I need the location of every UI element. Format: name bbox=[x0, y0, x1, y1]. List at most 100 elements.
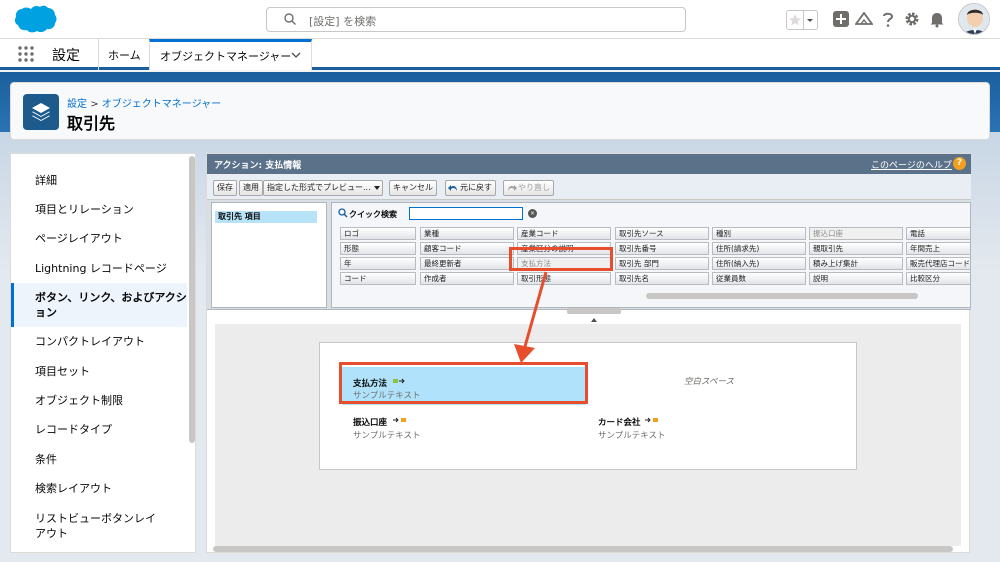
sidebar-item-object-limits[interactable]: オブジェクト制限 bbox=[11, 393, 187, 408]
global-search-input[interactable]: [設定] を検索 bbox=[266, 7, 686, 32]
field-label-bank-account[interactable]: 振込口座 bbox=[353, 416, 387, 428]
sidebar-item-search-layouts[interactable]: 検索レイアウト bbox=[11, 481, 187, 496]
page-title: 取引先 bbox=[67, 114, 116, 133]
app-launcher-icon[interactable] bbox=[18, 46, 34, 62]
favorite-star-button[interactable] bbox=[786, 10, 804, 30]
favorites-dropdown-button[interactable] bbox=[804, 10, 818, 30]
breadcrumb-object-manager-link[interactable]: オブジェクトマネージャー bbox=[102, 99, 221, 110]
palette-field[interactable]: 産業コード bbox=[517, 227, 611, 240]
highlight-palette-payment-method bbox=[509, 247, 613, 271]
tab-home[interactable]: ホーム bbox=[108, 47, 141, 63]
magnifier-icon bbox=[338, 208, 348, 218]
undo-button[interactable]: 元に戻す bbox=[445, 180, 496, 196]
global-header: [設定] を検索 bbox=[0, 0, 1000, 39]
breadcrumb-separator: > bbox=[90, 99, 99, 110]
palette-horizontal-scrollbar[interactable] bbox=[646, 293, 918, 299]
main-horizontal-scrollbar[interactable] bbox=[213, 546, 953, 552]
palette-field[interactable]: 年 bbox=[340, 257, 416, 270]
tab-object-manager[interactable]: オブジェクトマネージャー bbox=[149, 39, 312, 70]
quick-search-label: クイック検索 bbox=[349, 210, 397, 219]
breadcrumb-setup-link[interactable]: 設定 bbox=[67, 99, 87, 110]
palette-field[interactable]: 販売代理店コード bbox=[906, 257, 970, 270]
palette-field[interactable]: 親取引先 bbox=[809, 242, 903, 255]
palette-field[interactable]: 取引先名 bbox=[615, 272, 709, 285]
palette-field[interactable]: 年間売上 bbox=[906, 242, 970, 255]
search-icon bbox=[284, 13, 296, 25]
breadcrumb: 設定 > オブジェクトマネージャー bbox=[67, 95, 221, 110]
palette-field[interactable]: 積み上げ集計 bbox=[809, 257, 903, 270]
redo-icon bbox=[508, 185, 517, 191]
sidebar-item-record-types[interactable]: レコードタイプ bbox=[11, 422, 187, 437]
undo-icon bbox=[448, 185, 457, 191]
app-name: 設定 bbox=[52, 48, 80, 64]
user-avatar[interactable] bbox=[958, 3, 990, 35]
app-nav-bar: 設定 ホーム オブジェクトマネージャー bbox=[0, 39, 1000, 70]
help-icon[interactable]: ? bbox=[953, 157, 966, 170]
chevron-down-icon[interactable] bbox=[291, 50, 301, 60]
search-placeholder: [設定] を検索 bbox=[309, 15, 377, 28]
palette-field[interactable]: 取引先ソース bbox=[615, 227, 709, 240]
apply-button[interactable]: 適用 bbox=[239, 180, 263, 196]
sidebar-item-compact-layouts[interactable]: コンパクトレイアウト bbox=[11, 334, 187, 349]
redo-button[interactable]: やり直し bbox=[503, 180, 554, 196]
palette-category-account-fields[interactable]: 取引先 項目 bbox=[215, 211, 317, 223]
palette-field[interactable]: 作成者 bbox=[420, 272, 514, 285]
sidebar-item-buttons-links-actions[interactable]: ボタン、リンク、およびアクション bbox=[11, 283, 187, 327]
field-sample-bank-account: サンプルテキスト bbox=[353, 431, 421, 441]
sidebar-item-conditions[interactable]: 条件 bbox=[11, 452, 187, 467]
palette-field[interactable]: 形態 bbox=[340, 242, 416, 255]
sidebar-scrollbar[interactable] bbox=[189, 156, 195, 443]
palette-field[interactable]: 説明 bbox=[809, 272, 903, 285]
layout-editor-title: アクション: 支払情報 bbox=[214, 161, 302, 171]
trailhead-icon[interactable] bbox=[855, 10, 873, 28]
page-header: 設定 > オブジェクトマネージャー 取引先 bbox=[10, 82, 990, 140]
palette-field[interactable]: 最終更新者 bbox=[420, 257, 514, 270]
clear-search-icon[interactable]: × bbox=[528, 209, 537, 218]
palette-field[interactable]: 住所(請求先) bbox=[712, 242, 806, 255]
sidebar-item-details[interactable]: 詳細 bbox=[11, 173, 187, 188]
palette-field[interactable]: 種別 bbox=[712, 227, 806, 240]
palette-category-list: 取引先 項目 bbox=[211, 202, 327, 308]
preview-as-button[interactable]: 指定した形式でプレビュー... bbox=[263, 180, 383, 196]
sidebar-item-list-view-button-layout[interactable]: リストビューボタンレイアウト bbox=[11, 511, 161, 541]
sidebar-item-fields-relationships[interactable]: 項目とリレーション bbox=[11, 202, 187, 217]
layout-editor: アクション: 支払情報 このページのヘルプ ? 保存 適用 指定した形式でプレビ… bbox=[206, 153, 971, 553]
palette-field[interactable]: 顧客コード bbox=[420, 242, 514, 255]
palette-field[interactable]: 比較区分 bbox=[906, 272, 970, 285]
favorites-control[interactable] bbox=[786, 10, 818, 30]
object-manager-icon bbox=[23, 94, 59, 130]
blank-space-placeholder[interactable]: 空白スペース bbox=[684, 375, 734, 387]
user-avatar-image bbox=[959, 4, 989, 34]
quick-search-input[interactable] bbox=[409, 207, 523, 220]
help-icon[interactable] bbox=[879, 10, 897, 28]
palette-field[interactable]: 業種 bbox=[420, 227, 514, 240]
help-link[interactable]: このページのヘルプ bbox=[871, 158, 952, 171]
sidebar-item-field-sets[interactable]: 項目セット bbox=[11, 364, 187, 379]
caret-down-icon bbox=[373, 186, 380, 190]
palette-field[interactable]: 取引先 部門 bbox=[615, 257, 709, 270]
undo-label: 元に戻す bbox=[460, 183, 492, 192]
palette-field[interactable]: 住所(納入先) bbox=[712, 257, 806, 270]
palette-field[interactable]: 従業員数 bbox=[712, 272, 806, 285]
salesforce-logo[interactable] bbox=[12, 4, 58, 34]
gear-icon[interactable] bbox=[903, 10, 921, 28]
preview-as-label: 指定した形式でプレビュー... bbox=[267, 183, 371, 192]
palette-field[interactable]: 取引先番号 bbox=[615, 242, 709, 255]
bell-icon[interactable] bbox=[928, 10, 946, 28]
sidebar-item-page-layouts[interactable]: ページレイアウト bbox=[11, 231, 187, 246]
palette-resize-handle[interactable] bbox=[567, 308, 621, 322]
global-actions-icon[interactable] bbox=[832, 10, 850, 28]
object-sidebar: 詳細 項目とリレーション ページレイアウト Lightning レコードページ … bbox=[10, 153, 196, 553]
field-type-icon bbox=[393, 417, 406, 423]
palette-field[interactable]: ロゴ bbox=[340, 227, 416, 240]
palette-field[interactable]: 電話 bbox=[906, 227, 970, 240]
layout-toolbar: 保存 適用 指定した形式でプレビュー... キャンセル 元に戻す やり直し bbox=[207, 174, 971, 200]
palette-field[interactable]: 振込口座 bbox=[809, 227, 903, 240]
sidebar-item-lightning-record-pages[interactable]: Lightning レコードページ bbox=[11, 261, 187, 276]
palette-field[interactable]: コード bbox=[340, 272, 416, 285]
field-sample-card-company: サンプルテキスト bbox=[598, 431, 666, 441]
field-label-card-company[interactable]: カード会社 bbox=[598, 416, 641, 428]
cancel-button[interactable]: キャンセル bbox=[389, 180, 437, 196]
tab-object-manager-label: オブジェクトマネージャー bbox=[160, 50, 292, 63]
save-button[interactable]: 保存 bbox=[213, 180, 237, 196]
